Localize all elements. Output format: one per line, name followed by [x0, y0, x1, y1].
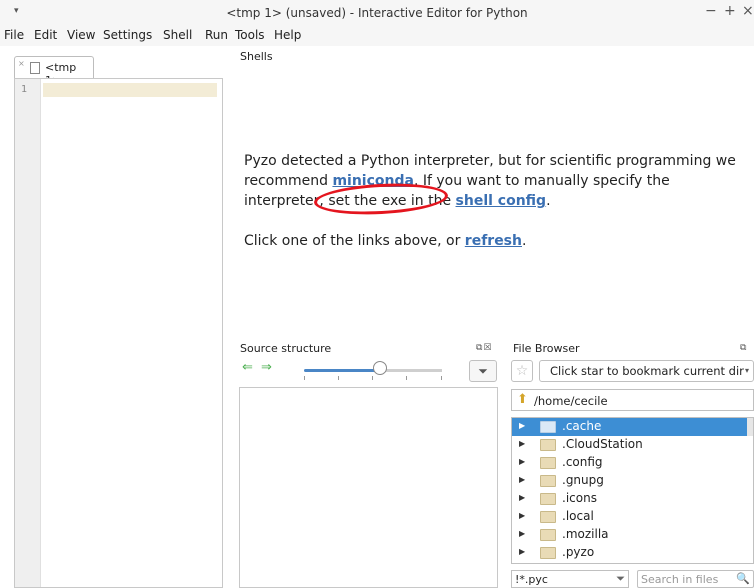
file-browser-title: File Browser	[513, 342, 580, 355]
folder-icon	[540, 547, 556, 559]
minimize-icon[interactable]: −	[705, 3, 717, 19]
menu-tools[interactable]: Tools	[235, 28, 265, 42]
shells-panel: Shells Pyzo detected a Python interprete…	[234, 46, 754, 336]
folder-icon	[540, 493, 556, 505]
menu-shell[interactable]: Shell	[163, 28, 192, 42]
list-item[interactable]: ▶ .icons	[512, 490, 753, 508]
dock-buttons-icon[interactable]: ⧉☒	[476, 343, 493, 353]
folder-icon	[540, 529, 556, 541]
folder-name: .gnupg	[562, 473, 604, 487]
expand-arrow-icon[interactable]: ▶	[519, 511, 525, 520]
folder-name: .pyzo	[562, 545, 595, 559]
folder-name: .config	[562, 455, 603, 469]
file-list[interactable]: ▶ .pyzo ▶ .mozilla ▶ .local ▶ .icons ▶ .gnupg ▶ .co…	[511, 417, 754, 564]
folder-icon	[540, 421, 556, 433]
window-titlebar: ▾ <tmp 1> (unsaved) - Interactive Editor…	[0, 0, 754, 26]
folder-name: .cache	[562, 419, 602, 433]
slider-tick	[406, 376, 407, 380]
extension-filter-text: !*.pyc	[515, 573, 548, 586]
maximize-icon[interactable]: +	[724, 3, 736, 19]
list-item[interactable]: ▶ .gnupg	[512, 472, 753, 490]
path-field[interactable]: ⬆ /home/cecile	[511, 389, 754, 411]
folder-icon	[540, 457, 556, 469]
folder-icon	[540, 511, 556, 523]
folder-icon	[540, 475, 556, 487]
search-files-field[interactable]: 🔍	[637, 570, 754, 588]
menu-run[interactable]: Run	[205, 28, 228, 42]
dock-button-icon[interactable]: ⧉	[740, 343, 747, 353]
message-text: .	[522, 233, 527, 249]
message-text: .	[546, 193, 551, 209]
shell-config-link[interactable]: shell config	[456, 193, 547, 209]
expand-arrow-icon[interactable]: ▶	[519, 457, 525, 466]
folder-name: .icons	[562, 491, 597, 505]
shell-message: Pyzo detected a Python interpreter, but …	[244, 151, 754, 271]
message-text: Click one of the links above, or	[244, 233, 465, 249]
tab-close-icon[interactable]: ×	[18, 59, 25, 68]
folder-name: .CloudStation	[562, 437, 643, 451]
list-item[interactable]: ▶ .local	[512, 508, 753, 526]
slider-tick	[304, 376, 305, 380]
editor-panel: × <tmp 1> 1	[14, 54, 223, 588]
file-browser-panel: File Browser ⧉ ☆ Click star to bookmark …	[507, 338, 754, 588]
close-icon[interactable]: ×	[742, 3, 754, 19]
folder-icon	[540, 439, 556, 451]
menu-help[interactable]: Help	[274, 28, 301, 42]
back-arrow-icon[interactable]: ⇐	[242, 360, 253, 375]
menu-file[interactable]: File	[4, 28, 24, 42]
list-item[interactable]: ▶ .config	[512, 454, 753, 472]
current-line-highlight	[43, 83, 217, 97]
expand-arrow-icon[interactable]: ▶	[519, 493, 525, 502]
list-item[interactable]: ▶ .pyzo	[512, 544, 753, 562]
slider-tick	[338, 376, 339, 380]
expand-arrow-icon[interactable]: ▶	[519, 547, 525, 556]
editor-tab[interactable]: × <tmp 1>	[14, 56, 94, 87]
expand-arrow-icon[interactable]: ▶	[519, 475, 525, 484]
slider-tick	[372, 376, 373, 380]
filter-button[interactable]: ⏷	[469, 360, 497, 382]
menu-view[interactable]: View	[67, 28, 95, 42]
expand-arrow-icon[interactable]: ▶	[519, 421, 525, 430]
chevron-down-icon: ▾	[744, 366, 749, 375]
menu-edit[interactable]: Edit	[34, 28, 57, 42]
slider-handle[interactable]	[372, 361, 387, 375]
extension-filter[interactable]: !*.pyc ⏷	[511, 570, 629, 588]
line-number-gutter: 1	[15, 79, 41, 587]
expand-arrow-icon[interactable]: ▶	[519, 439, 525, 448]
source-structure-list[interactable]	[239, 387, 498, 588]
bookmark-label: Click star to bookmark current dir	[550, 364, 744, 378]
list-item[interactable]: ▶ .cache	[512, 418, 753, 436]
menu-settings[interactable]: Settings	[103, 28, 152, 42]
source-structure-title: Source structure	[240, 342, 332, 355]
scrollbar[interactable]	[747, 418, 753, 436]
source-structure-panel: Source structure ⧉☒ ⇐ ⇒ ⏷	[234, 338, 504, 588]
filter-icon[interactable]: ⏷	[616, 572, 625, 586]
bookmark-star-button[interactable]: ☆	[511, 360, 533, 382]
search-input[interactable]	[641, 572, 731, 586]
document-icon	[30, 62, 40, 74]
folder-up-icon[interactable]: ⬆	[517, 392, 528, 407]
folder-name: .mozilla	[562, 527, 609, 541]
list-item[interactable]: ▶ .CloudStation	[512, 436, 753, 454]
bookmark-dropdown[interactable]: Click star to bookmark current dir ▾	[539, 360, 754, 382]
forward-arrow-icon[interactable]: ⇒	[261, 360, 272, 375]
refresh-link[interactable]: refresh	[465, 233, 522, 249]
slider-tick	[441, 376, 442, 380]
star-icon: ☆	[515, 363, 529, 379]
filter-icon: ⏷	[478, 364, 488, 378]
code-editor[interactable]: 1	[14, 78, 223, 588]
shells-title: Shells	[240, 50, 273, 63]
search-icon[interactable]: 🔍	[736, 572, 750, 585]
slider-remaining	[379, 369, 442, 372]
folder-name: .local	[562, 509, 594, 523]
list-item[interactable]: ▶ .mozilla	[512, 526, 753, 544]
window-title: <tmp 1> (unsaved) - Interactive Editor f…	[226, 6, 528, 20]
path-text: /home/cecile	[534, 394, 608, 408]
menubar: File Edit View Settings Shell Run Tools …	[0, 26, 754, 46]
line-number: 1	[21, 84, 28, 95]
expand-arrow-icon[interactable]: ▶	[519, 529, 525, 538]
